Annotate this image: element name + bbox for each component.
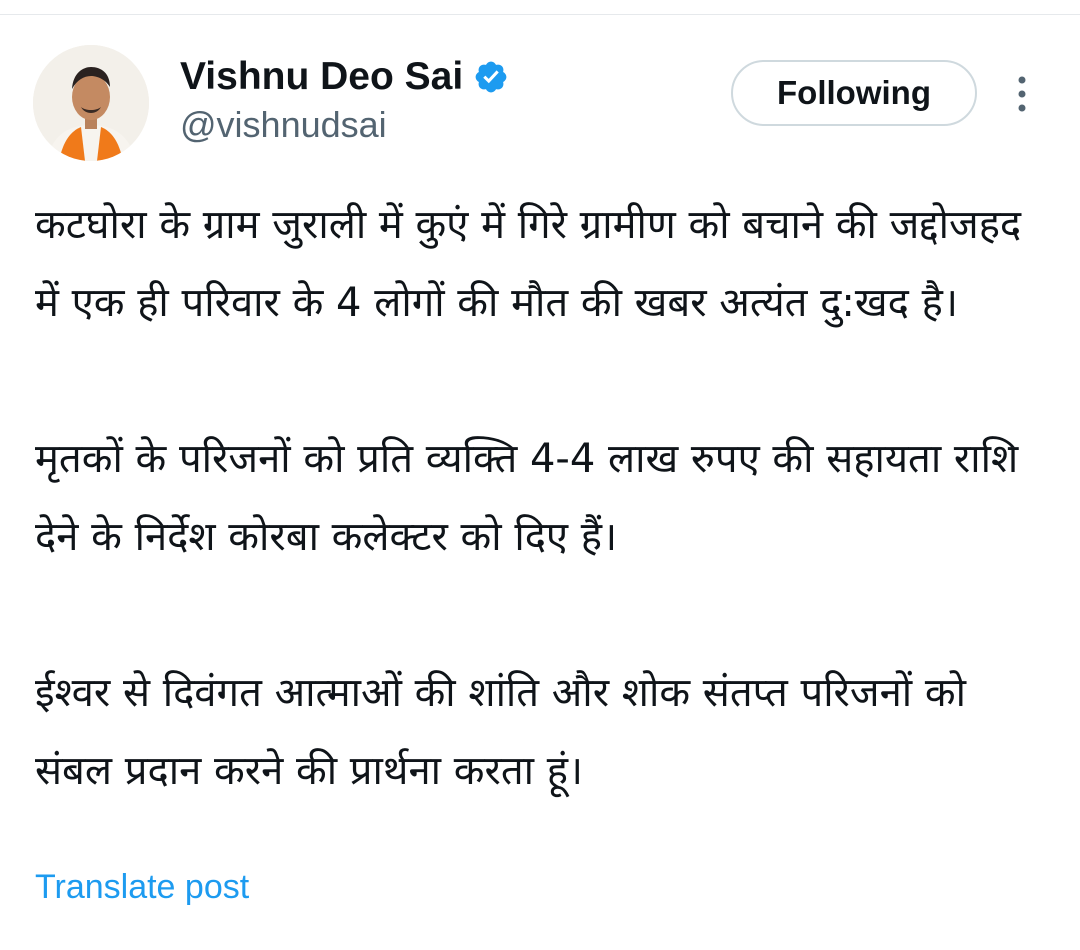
more-options-button[interactable] bbox=[1007, 72, 1037, 116]
tweet-paragraph: ईश्वर से दिवंगत आत्माओं की शांति और शोक … bbox=[35, 670, 966, 794]
tweet-text: कटघोरा के ग्राम जुराली में कुएं में गिरे… bbox=[35, 186, 1035, 810]
author-display-name[interactable]: Vishnu Deo Sai bbox=[180, 55, 463, 99]
post-header: Vishnu Deo Sai @vishnudsai Following bbox=[0, 0, 1080, 170]
tweet-paragraph: मृतकों के परिजनों को प्रति व्यक्ति 4-4 ल… bbox=[35, 436, 1019, 560]
translate-post-link[interactable]: Translate post bbox=[35, 868, 249, 907]
avatar[interactable] bbox=[33, 45, 149, 161]
verified-badge-icon bbox=[475, 61, 507, 93]
tweet-paragraph: कटघोरा के ग्राम जुराली में कुएं में गिरे… bbox=[35, 202, 1022, 326]
following-button[interactable]: Following bbox=[731, 60, 977, 126]
name-row: Vishnu Deo Sai bbox=[180, 52, 509, 102]
more-vertical-icon bbox=[1018, 76, 1026, 112]
avatar-image bbox=[33, 45, 149, 161]
author-handle[interactable]: @vishnudsai bbox=[180, 104, 387, 146]
